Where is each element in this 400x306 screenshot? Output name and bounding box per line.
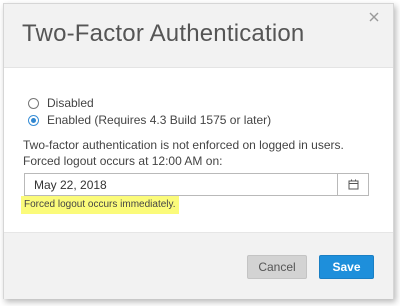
date-input[interactable] <box>25 174 337 195</box>
cancel-button[interactable]: Cancel <box>247 255 307 279</box>
radio-label-disabled: Disabled <box>47 96 94 110</box>
forced-logout-notice: Forced logout occurs immediately. <box>21 196 179 214</box>
dialog-body: Disabled Enabled (Requires 4.3 Build 157… <box>4 68 393 232</box>
date-picker[interactable] <box>24 173 369 196</box>
radio-label-enabled: Enabled (Requires 4.3 Build 1575 or late… <box>47 113 272 127</box>
close-icon[interactable] <box>367 10 381 24</box>
dialog-header: Two-Factor Authentication <box>4 4 393 68</box>
calendar-icon[interactable] <box>337 174 368 195</box>
enforcement-description: Two-factor authentication is not enforce… <box>23 138 344 168</box>
radio-option-enabled[interactable]: Enabled (Requires 4.3 Build 1575 or late… <box>28 111 271 129</box>
save-button[interactable]: Save <box>319 255 374 279</box>
dialog-footer: Cancel Save <box>4 232 393 299</box>
radio-disabled[interactable] <box>28 97 39 109</box>
radio-enabled[interactable] <box>28 114 39 126</box>
two-factor-dialog: Two-Factor Authentication Disabled Enabl… <box>3 3 394 299</box>
radio-option-disabled[interactable]: Disabled <box>28 94 94 112</box>
dialog-title: Two-Factor Authentication <box>22 20 305 47</box>
